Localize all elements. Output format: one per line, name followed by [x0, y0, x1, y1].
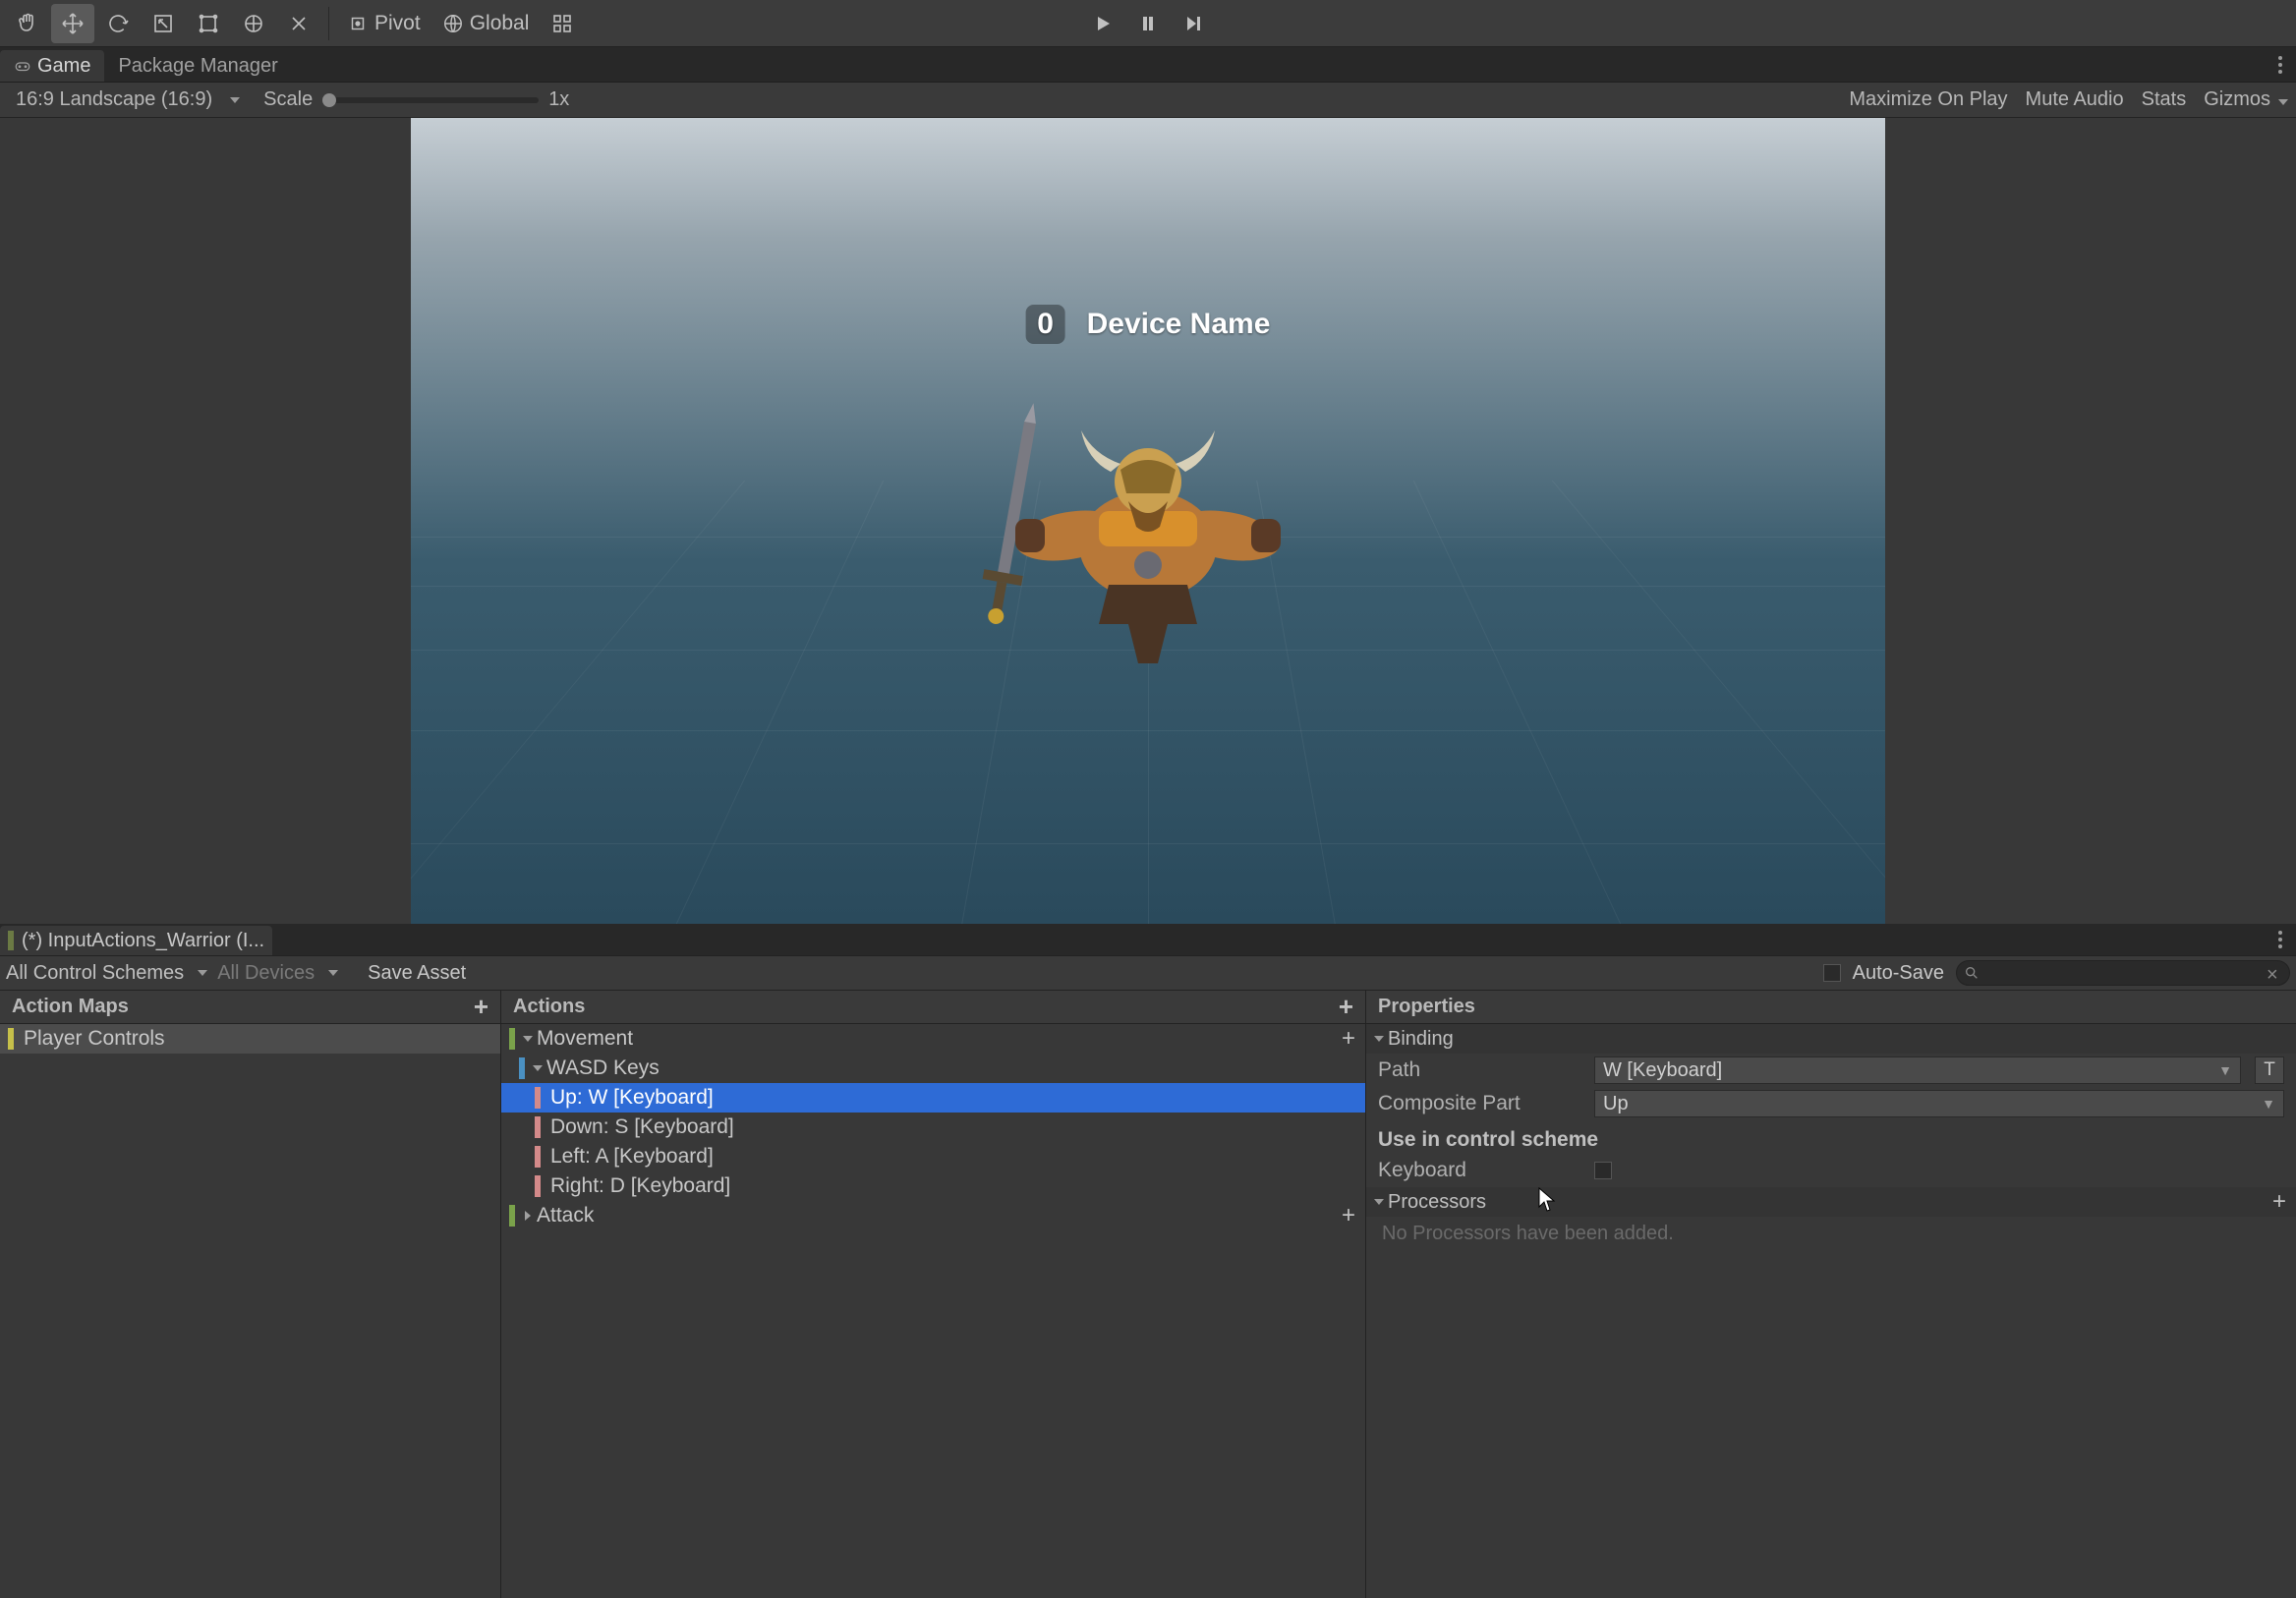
input-actions-menu-icon[interactable] [2270, 926, 2290, 953]
scale-value: 1x [548, 88, 569, 111]
device-label: 0 Device Name [1026, 305, 1271, 344]
viewport[interactable]: 0 Device Name [411, 118, 1885, 924]
processors-section-header[interactable]: Processors+ [1366, 1187, 2296, 1217]
action-maps-header: Action Maps [12, 996, 129, 1018]
rotate-tool-button[interactable] [96, 4, 140, 43]
hand-tool-button[interactable] [6, 4, 49, 43]
input-actions-toolbar: All Control Schemes All Devices Save Ass… [0, 955, 2296, 991]
panel-tabs: Game Package Manager [0, 47, 2296, 83]
devices-dropdown[interactable]: All Devices [217, 962, 338, 985]
move-tool-button[interactable] [51, 4, 94, 43]
properties-header: Properties [1378, 996, 1475, 1018]
tab-package-manager[interactable]: Package Manager [104, 50, 291, 82]
properties-column: Properties Binding Path W [Keyboard]▼ T … [1366, 991, 2296, 1598]
device-name-text: Device Name [1087, 308, 1271, 341]
pivot-toggle[interactable]: Pivot [337, 4, 430, 43]
playback-controls [1081, 4, 1215, 43]
binding-section-header[interactable]: Binding [1366, 1024, 2296, 1054]
input-actions-tab[interactable]: (*) InputActions_Warrior (I... [0, 926, 272, 955]
composite-dropdown[interactable]: Up▼ [1594, 1090, 2284, 1117]
aspect-ratio-value: 16:9 Landscape (16:9) [16, 88, 212, 111]
add-action-map-button[interactable]: + [474, 992, 488, 1022]
add-binding-attack[interactable]: + [1342, 1202, 1355, 1229]
tabs-menu-icon[interactable] [2270, 51, 2290, 79]
use-control-scheme-title: Use in control scheme [1366, 1120, 2296, 1154]
aspect-ratio-dropdown[interactable]: 16:9 Landscape (16:9) [8, 86, 248, 115]
processors-empty: No Processors have been added. [1366, 1217, 2296, 1251]
actions-header: Actions [513, 996, 585, 1018]
actions-column: Actions + Movement+ WASD Keys Up: W [Keyb… [501, 991, 1366, 1598]
scale-tool-button[interactable] [142, 4, 185, 43]
clear-search-icon[interactable]: × [2267, 964, 2284, 982]
game-toolbar: 16:9 Landscape (16:9) Scale 1x Maximize … [0, 83, 2296, 118]
play-button[interactable] [1081, 4, 1124, 43]
gizmos-dropdown[interactable]: Gizmos [2204, 88, 2288, 111]
transform-tool-button[interactable] [232, 4, 275, 43]
device-index: 0 [1026, 305, 1065, 344]
search-icon [1964, 965, 1980, 981]
binding-left[interactable]: Left: A [Keyboard] [501, 1142, 1365, 1171]
global-label: Global [470, 12, 530, 35]
action-maps-column: Action Maps + Player Controls [0, 991, 501, 1598]
character-preview [951, 393, 1345, 713]
scale-slider[interactable] [322, 97, 539, 103]
step-button[interactable] [1172, 4, 1215, 43]
action-attack[interactable]: Attack+ [501, 1201, 1365, 1230]
scale-label: Scale [263, 88, 313, 111]
snap-button[interactable] [541, 4, 584, 43]
path-dropdown[interactable]: W [Keyboard]▼ [1594, 1056, 2241, 1084]
action-map-player-controls[interactable]: Player Controls [0, 1024, 500, 1054]
pivot-label: Pivot [374, 12, 421, 35]
autosave-label: Auto-Save [1853, 962, 1944, 985]
keyboard-scheme-label: Keyboard [1378, 1159, 1584, 1182]
action-movement[interactable]: Movement+ [501, 1024, 1365, 1054]
maximize-on-play-toggle[interactable]: Maximize On Play [1849, 88, 2007, 111]
binding-up[interactable]: Up: W [Keyboard] [501, 1083, 1365, 1113]
binding-down[interactable]: Down: S [Keyboard] [501, 1113, 1365, 1142]
top-toolbar: Pivot Global [0, 0, 2296, 47]
pause-button[interactable] [1126, 4, 1170, 43]
scale-thumb[interactable] [322, 93, 336, 107]
game-view: 0 Device Name [0, 118, 2296, 924]
autosave-checkbox[interactable] [1823, 964, 1841, 982]
mute-audio-toggle[interactable]: Mute Audio [2026, 88, 2124, 111]
path-label: Path [1378, 1058, 1584, 1082]
input-actions-tabs: (*) InputActions_Warrior (I... [0, 924, 2296, 955]
add-action-button[interactable]: + [1339, 992, 1353, 1022]
rect-tool-button[interactable] [187, 4, 230, 43]
composite-label: Composite Part [1378, 1092, 1584, 1115]
tab-game-label: Game [37, 55, 90, 78]
stats-toggle[interactable]: Stats [2142, 88, 2187, 111]
tab-game[interactable]: Game [0, 50, 104, 82]
input-actions-panel: (*) InputActions_Warrior (I... All Contr… [0, 924, 2296, 1598]
composite-wasd[interactable]: WASD Keys [501, 1054, 1365, 1083]
control-schemes-dropdown[interactable]: All Control Schemes [6, 962, 207, 985]
add-binding-movement[interactable]: + [1342, 1025, 1355, 1053]
listen-button[interactable]: T [2255, 1056, 2284, 1084]
add-processor-button[interactable]: + [2272, 1188, 2286, 1216]
global-toggle[interactable]: Global [432, 4, 540, 43]
input-actions-tab-label: (*) InputActions_Warrior (I... [22, 930, 264, 952]
save-asset-button[interactable]: Save Asset [368, 962, 466, 985]
keyboard-scheme-checkbox[interactable] [1594, 1162, 1612, 1179]
tab-pm-label: Package Manager [118, 55, 277, 78]
custom-tool-button[interactable] [277, 4, 320, 43]
search-input[interactable] [1956, 960, 2290, 986]
binding-right[interactable]: Right: D [Keyboard] [501, 1171, 1365, 1201]
